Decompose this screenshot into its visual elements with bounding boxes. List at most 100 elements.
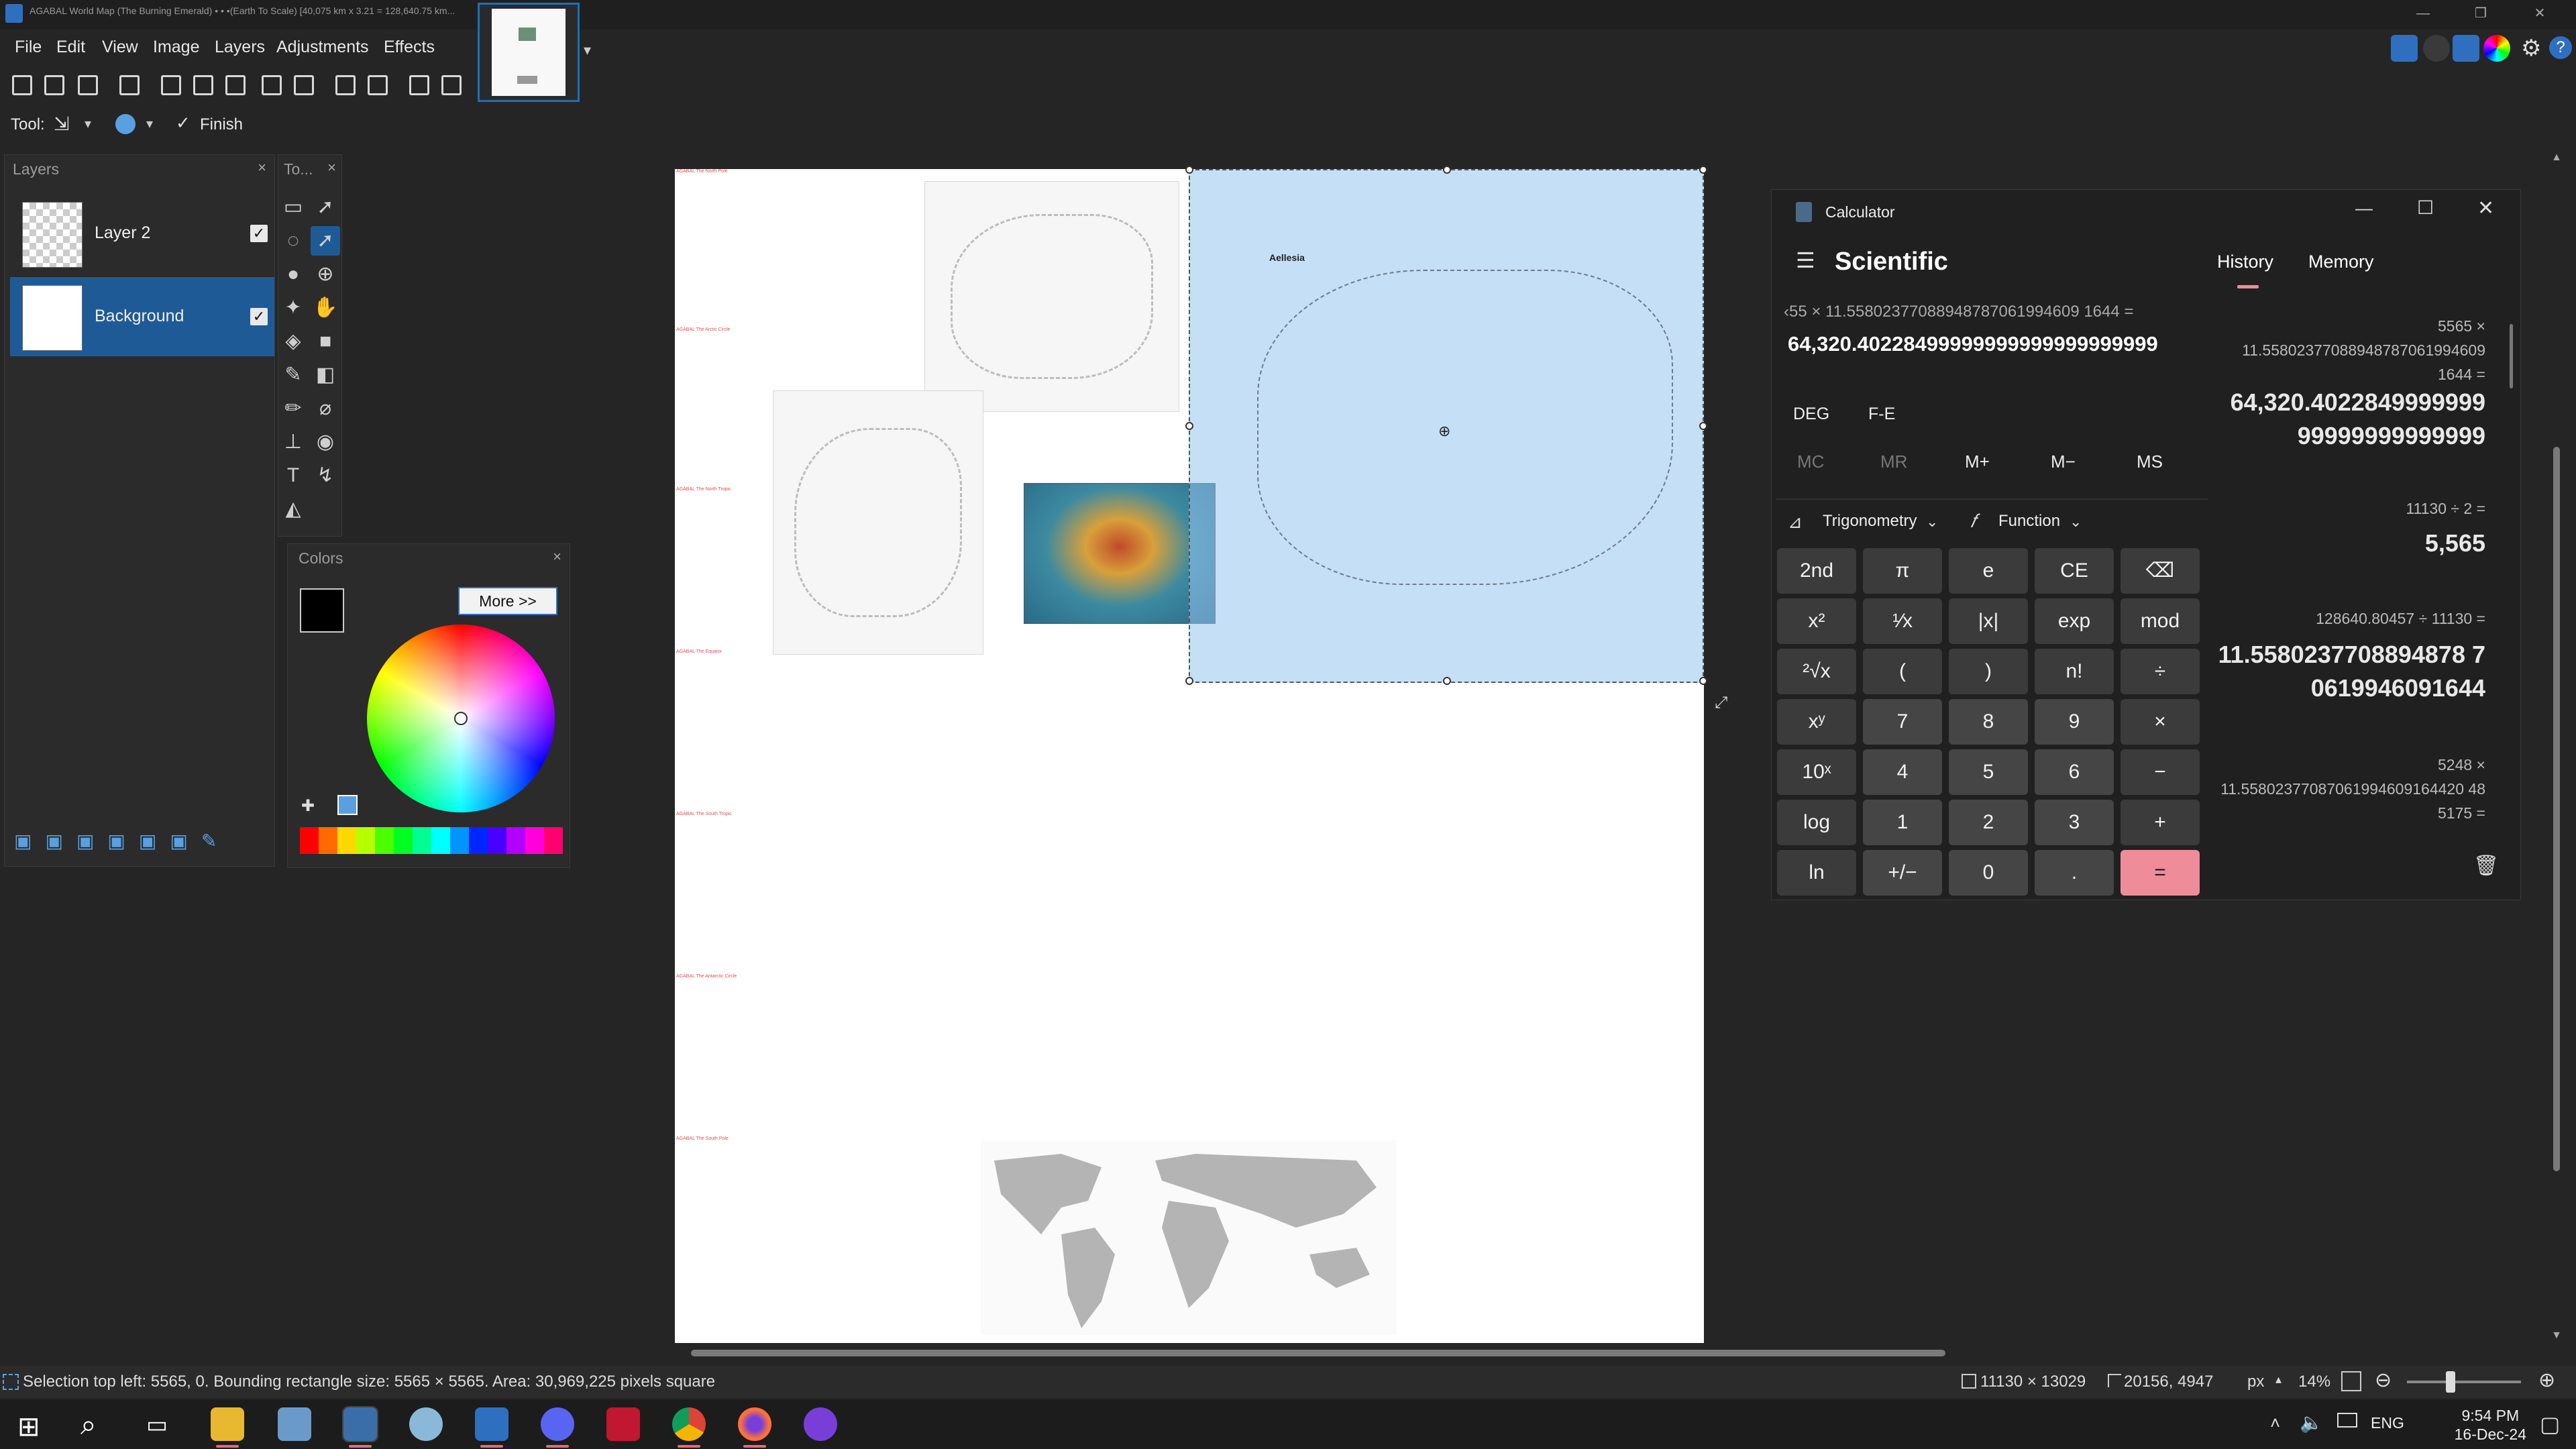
backspace-button[interactable]: ⌫: [2121, 548, 2200, 594]
expand-selection-icon[interactable]: ⤢: [1715, 694, 1727, 712]
ellipse-select-icon[interactable]: ●: [278, 260, 308, 289]
add-color-icon[interactable]: ✚: [301, 796, 315, 816]
divide-button[interactable]: ÷: [2121, 649, 2200, 694]
abs-button[interactable]: |x|: [1949, 598, 2028, 644]
calc-close-button[interactable]: ✕: [2477, 197, 2494, 220]
square-button[interactable]: x²: [1777, 598, 1856, 644]
mode-chevron-down-icon[interactable]: ▾: [146, 115, 153, 132]
lasso-select-icon[interactable]: ◌: [278, 226, 308, 256]
eight-button[interactable]: 8: [1949, 699, 2028, 745]
six-button[interactable]: 6: [2035, 749, 2114, 795]
zero-button[interactable]: 0: [1949, 850, 2028, 896]
network-icon[interactable]: [2337, 1413, 2357, 1428]
layer-item-background[interactable]: Background ✓: [10, 277, 274, 356]
horizontal-scroll-thumb[interactable]: [691, 1350, 1945, 1356]
zoom-in-icon[interactable]: ⊕: [2538, 1368, 2555, 1392]
two-button[interactable]: 2: [1949, 800, 2028, 845]
save-icon[interactable]: [74, 71, 98, 95]
scroll-up-icon[interactable]: ▲: [2549, 152, 2564, 165]
menu-layers[interactable]: Layers: [215, 38, 265, 57]
power-button[interactable]: xʸ: [1777, 699, 1856, 745]
language-indicator[interactable]: ENG: [2371, 1414, 2404, 1432]
mr-button[interactable]: MR: [1880, 451, 1907, 472]
pan-icon[interactable]: ✋: [311, 293, 340, 323]
restore-button[interactable]: ❐: [2461, 1, 2501, 25]
hamburger-menu-icon[interactable]: ☰: [1796, 248, 1815, 273]
trig-chevron-down-icon[interactable]: ⌄: [1926, 513, 1938, 531]
four-button[interactable]: 4: [1863, 749, 1942, 795]
clock[interactable]: 9:54 PM 16-Dec-24: [2455, 1406, 2526, 1444]
ln-button[interactable]: ln: [1777, 850, 1856, 896]
selection-handle[interactable]: [1699, 677, 1707, 685]
move-pixels-icon[interactable]: ➚: [311, 193, 340, 222]
selection-mode-icon[interactable]: [115, 114, 136, 134]
duplicate-layer-icon[interactable]: ▣: [76, 830, 94, 852]
move-selection-icon[interactable]: ⇲: [54, 113, 69, 135]
calc-minimize-button[interactable]: —: [2355, 198, 2373, 219]
palette-swatch[interactable]: [431, 827, 450, 854]
menu-file[interactable]: File: [15, 38, 42, 57]
selection-handle[interactable]: [1443, 677, 1451, 685]
vertical-scroll-thumb[interactable]: [2553, 447, 2560, 1171]
menu-effects[interactable]: Effects: [384, 38, 435, 57]
vertical-scrollbar[interactable]: ▲ ▼: [2549, 152, 2564, 1346]
layer-visibility-checkbox[interactable]: ✓: [250, 308, 268, 325]
history-window-icon[interactable]: [2423, 35, 2450, 62]
zoom-slider-thumb[interactable]: [2446, 1371, 2455, 1393]
mod-button[interactable]: mod: [2121, 598, 2200, 644]
palette-swatch[interactable]: [506, 827, 525, 854]
palette-swatch[interactable]: [319, 827, 337, 854]
task-view-icon[interactable]: ▭: [146, 1411, 168, 1438]
palette-swatch[interactable]: [394, 827, 413, 854]
calculator-taskbar-icon[interactable]: [342, 1406, 378, 1448]
m-plus-button[interactable]: M+: [1965, 451, 1990, 472]
trigonometry-dropdown[interactable]: Trigonometry: [1823, 512, 1917, 531]
tab-memory[interactable]: Memory: [2308, 252, 2374, 272]
units-dropdown[interactable]: px: [2247, 1373, 2264, 1391]
m-minus-button[interactable]: M−: [2051, 451, 2076, 472]
multiply-button[interactable]: ×: [2121, 699, 2200, 745]
calc-maximize-button[interactable]: ☐: [2417, 197, 2434, 219]
second-button[interactable]: 2nd: [1777, 548, 1856, 594]
tools-close-icon[interactable]: ×: [327, 159, 336, 176]
ce-button[interactable]: CE: [2035, 548, 2114, 594]
print-icon[interactable]: [115, 71, 140, 95]
menu-view[interactable]: View: [102, 38, 138, 57]
colors-close-icon[interactable]: ×: [553, 548, 561, 566]
history-result[interactable]: 11.5580237708894878 7: [2218, 641, 2485, 669]
sqrt-button[interactable]: ²√x: [1777, 649, 1856, 694]
copy-icon[interactable]: [189, 71, 213, 95]
menu-edit[interactable]: Edit: [56, 38, 85, 57]
cut-icon[interactable]: [157, 71, 181, 95]
history-scrollbar[interactable]: [2510, 324, 2513, 388]
history-result[interactable]: 99999999999999: [2298, 422, 2485, 450]
scroll-down-icon[interactable]: ▼: [2549, 1330, 2564, 1343]
seven-button[interactable]: 7: [1863, 699, 1942, 745]
tool-chevron-down-icon[interactable]: ▾: [85, 115, 91, 132]
nine-button[interactable]: 9: [2035, 699, 2114, 745]
selection-handle[interactable]: [1699, 166, 1707, 174]
discord-icon[interactable]: [541, 1407, 574, 1448]
minimize-button[interactable]: —: [2403, 1, 2443, 25]
rectangle-select-icon[interactable]: ▭: [278, 193, 308, 222]
equals-button[interactable]: =: [2121, 850, 2200, 896]
palette-swatch[interactable]: [356, 827, 375, 854]
history-result[interactable]: 0619946091644: [2311, 674, 2485, 702]
notifications-icon[interactable]: ▢: [2540, 1411, 2560, 1437]
selection-handle[interactable]: [1699, 422, 1707, 430]
palette-swatch[interactable]: [450, 827, 469, 854]
zoom-fit-icon[interactable]: [2341, 1371, 2361, 1391]
ruler-icon[interactable]: [437, 71, 462, 95]
layers-window-icon[interactable]: [2453, 35, 2479, 62]
layer-item-layer2[interactable]: Layer 2 ✓: [10, 194, 274, 273]
selection-handle[interactable]: [1185, 677, 1193, 685]
line-curve-icon[interactable]: ↯: [311, 461, 340, 490]
file-explorer-icon[interactable]: [211, 1407, 244, 1448]
plus-button[interactable]: +: [2121, 800, 2200, 845]
text-icon[interactable]: T: [278, 461, 308, 490]
new-icon[interactable]: [8, 71, 32, 95]
mc-button[interactable]: MC: [1797, 451, 1824, 472]
roblox-icon[interactable]: [606, 1407, 640, 1441]
paint-net-icon[interactable]: [475, 1407, 508, 1448]
merge-layer-icon[interactable]: ▣: [107, 830, 125, 852]
